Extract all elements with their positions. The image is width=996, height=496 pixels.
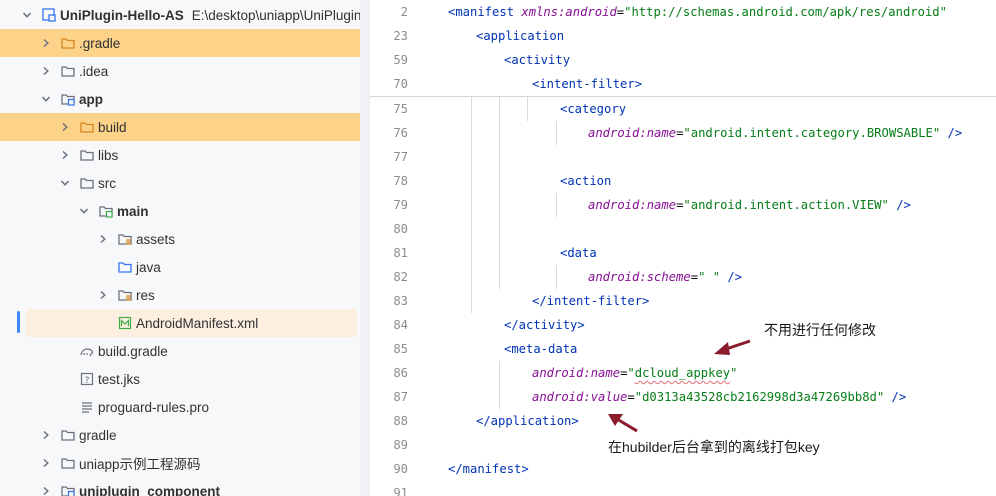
tree-item-label: res bbox=[136, 287, 155, 303]
tree-root-path: E:\desktop\uniapp\UniPlugin-He bbox=[191, 7, 369, 23]
gradle-file-icon bbox=[79, 343, 95, 359]
chevron-right-icon[interactable] bbox=[97, 289, 109, 301]
svg-text:?: ? bbox=[85, 376, 90, 386]
tree-item-uniapp-sample[interactable]: uniapp示例工程源码 bbox=[0, 449, 369, 477]
tree-item-uniplugin-component[interactable]: uniplugin_component bbox=[0, 477, 369, 496]
tree-item-build-gradle[interactable]: build.gradle bbox=[0, 337, 369, 365]
tree-item-label: build bbox=[98, 119, 127, 135]
tree-item-libs[interactable]: libs bbox=[0, 141, 369, 169]
chevron-right-icon[interactable] bbox=[40, 429, 52, 441]
chevron-right-icon[interactable] bbox=[40, 457, 52, 469]
code-editor[interactable]: 2 <manifest xmlns:android="http://schema… bbox=[370, 0, 996, 496]
chevron-right-icon[interactable] bbox=[40, 65, 52, 77]
tree-item-label: build.gradle bbox=[98, 343, 168, 359]
tree-item-label: proguard-rules.pro bbox=[98, 399, 210, 415]
tree-item-label: libs bbox=[98, 147, 119, 163]
tree-item-src[interactable]: src bbox=[0, 169, 369, 197]
chevron-right-icon[interactable] bbox=[97, 233, 109, 245]
tree-item-res[interactable]: res bbox=[0, 281, 369, 309]
tree-item-gradle-dir[interactable]: .gradle bbox=[0, 29, 369, 57]
chevron-right-icon[interactable] bbox=[40, 485, 52, 496]
folder-icon bbox=[79, 175, 95, 191]
folder-icon bbox=[60, 63, 76, 79]
folder-icon bbox=[117, 259, 133, 275]
tree-item-proguard[interactable]: proguard-rules.pro bbox=[0, 393, 369, 421]
folder-icon bbox=[60, 427, 76, 443]
tree-item-label: java bbox=[136, 259, 161, 275]
tree-item-java[interactable]: java bbox=[0, 253, 369, 281]
folder-icon bbox=[79, 119, 95, 135]
tree-item-label: AndroidManifest.xml bbox=[136, 315, 259, 331]
tree-item-build[interactable]: build bbox=[0, 113, 369, 141]
selection-marker bbox=[17, 311, 20, 333]
project-tree-panel: UniPlugin-Hello-AS E:\desktop\uniapp\Uni… bbox=[0, 0, 369, 496]
tree-item-label: test.jks bbox=[98, 371, 141, 387]
annotation-note-offline-key: 在hubilder后台拿到的离线打包key bbox=[608, 439, 820, 455]
chevron-right-icon[interactable] bbox=[40, 37, 52, 49]
folder-icon bbox=[60, 455, 76, 471]
tree-item-label: gradle bbox=[79, 427, 117, 443]
source-folder-icon bbox=[98, 203, 114, 219]
tree-root[interactable]: UniPlugin-Hello-AS E:\desktop\uniapp\Uni… bbox=[0, 1, 369, 29]
tree-item-label: app bbox=[79, 91, 104, 107]
annotation-note-no-change: 不用进行任何修改 bbox=[764, 322, 876, 338]
tree-item-label: uniapp示例工程源码 bbox=[79, 457, 201, 472]
tree-item-label: uniplugin_component bbox=[79, 483, 220, 496]
tree-item-main[interactable]: main bbox=[0, 197, 369, 225]
chevron-down-icon[interactable] bbox=[59, 177, 71, 189]
annotation-arrows bbox=[608, 339, 751, 433]
chevron-right-icon[interactable] bbox=[59, 121, 71, 133]
tree-item-app[interactable]: app bbox=[0, 85, 369, 113]
tree-item-test-jks[interactable]: ? test.jks bbox=[0, 365, 369, 393]
tree-item-assets[interactable]: assets bbox=[0, 225, 369, 253]
tree-item-label: main bbox=[117, 203, 149, 219]
tree-root-name: UniPlugin-Hello-AS bbox=[60, 7, 184, 23]
chevron-right-icon[interactable] bbox=[59, 149, 71, 161]
tree-item-gradle[interactable]: gradle bbox=[0, 421, 369, 449]
tree-item-label: src bbox=[98, 175, 116, 191]
module-folder-icon bbox=[60, 91, 76, 107]
unknown-file-icon: ? bbox=[79, 371, 95, 387]
resource-folder-icon bbox=[117, 287, 133, 303]
tree-item-label: .gradle bbox=[79, 35, 121, 51]
manifest-file-icon bbox=[117, 315, 133, 331]
module-icon bbox=[41, 7, 57, 23]
module-folder-icon bbox=[60, 483, 76, 496]
tree-item-label: assets bbox=[136, 231, 176, 247]
text-file-icon bbox=[79, 399, 95, 415]
arrow-icon bbox=[616, 417, 638, 433]
tree-item-idea[interactable]: .idea bbox=[0, 57, 369, 85]
chevron-down-icon[interactable] bbox=[21, 9, 33, 21]
tree-item-android-manifest[interactable]: AndroidManifest.xml bbox=[0, 309, 369, 337]
tree-item-label: .idea bbox=[79, 63, 109, 79]
chevron-down-icon[interactable] bbox=[40, 93, 52, 105]
folder-icon bbox=[60, 35, 76, 51]
resource-folder-icon bbox=[117, 231, 133, 247]
arrow-icon bbox=[714, 342, 730, 355]
chevron-down-icon[interactable] bbox=[78, 205, 90, 217]
folder-icon bbox=[79, 147, 95, 163]
tree-scrollbar[interactable] bbox=[360, 0, 369, 496]
